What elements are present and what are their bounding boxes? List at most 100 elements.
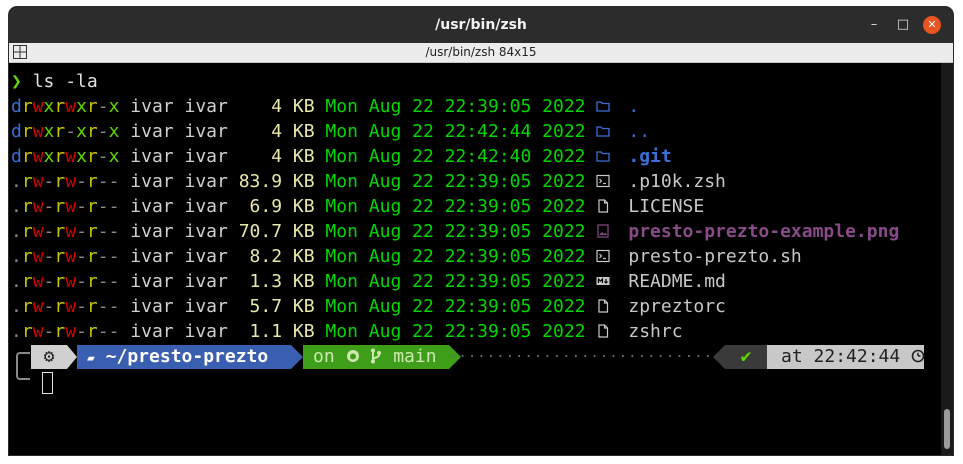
terminal-output[interactable]: ❯ ls -la drwxrwxr-x ivar ivar 4 KB Mon A… [9, 63, 939, 455]
prompt-symbol: ❯ [11, 71, 22, 92]
file-name: README.md [628, 271, 726, 292]
command-line: ❯ ls -la [11, 69, 98, 94]
file-owner: ivar [130, 146, 174, 167]
file-permissions: drwxr-xr-x [11, 121, 120, 142]
file-owner: ivar [130, 121, 174, 142]
file-owner: ivar [130, 246, 174, 267]
file-size: 4 [238, 121, 283, 142]
status-ok-icon: ✔ [740, 346, 752, 367]
document-icon [596, 195, 610, 213]
file-size-unit: KB [292, 146, 315, 167]
terminal-file-icon [596, 245, 610, 263]
file-size: 8.2 [238, 246, 283, 267]
file-group: ivar [184, 296, 228, 317]
text-cursor [42, 372, 53, 394]
file-size-unit: KB [292, 96, 315, 117]
document-icon [596, 320, 610, 338]
powerline-prompt: ⚙ ▰ ~/presto-prezto on main ············… [31, 345, 925, 369]
file-name: .p10k.zsh [628, 171, 726, 192]
file-permissions: drwxrwxr-x [11, 146, 120, 167]
file-row: drwxr-xr-x ivar ivar 4 KB Mon Aug 22 22:… [11, 119, 650, 144]
file-size-unit: KB [292, 246, 315, 267]
file-row: .rw-rw-r-- ivar ivar 83.9 KB Mon Aug 22 … [11, 169, 726, 194]
file-row: .rw-rw-r-- ivar ivar 1.1 KB Mon Aug 22 2… [11, 319, 683, 344]
command-text: ls -la [32, 71, 98, 92]
github-icon [346, 350, 359, 362]
file-owner: ivar [130, 221, 174, 242]
git-segment: on main [303, 345, 449, 369]
folder-icon [596, 95, 611, 112]
document-icon [596, 295, 610, 313]
file-name: .git [628, 146, 672, 167]
file-name: . [628, 96, 640, 117]
file-name: LICENSE [628, 196, 705, 217]
file-size-unit: KB [292, 196, 315, 217]
file-date: Mon Aug 22 22:39:05 2022 [325, 271, 586, 292]
terminal-size-label: /usr/bin/zsh 84x15 [425, 45, 537, 59]
os-icon: ⚙ [43, 346, 55, 367]
file-name: presto-prezto.sh [628, 246, 802, 267]
file-row: .rw-rw-r-- ivar ivar 70.7 KB Mon Aug 22 … [11, 219, 899, 244]
file-permissions: .rw-rw-r-- [11, 221, 120, 242]
file-group: ivar [184, 171, 228, 192]
file-date: Mon Aug 22 22:42:44 2022 [325, 121, 586, 142]
file-owner: ivar [130, 321, 174, 342]
terminal-file-icon [596, 170, 610, 188]
time-segment: at 22:42:44 [767, 345, 925, 369]
file-group: ivar [184, 271, 228, 292]
file-permissions: drwxrwxr-x [11, 96, 120, 117]
file-size: 4 [238, 96, 283, 117]
file-size-unit: KB [292, 271, 315, 292]
file-size-unit: KB [292, 296, 315, 317]
scrollbar-thumb[interactable] [944, 409, 950, 449]
title-bar[interactable]: /usr/bin/zsh – □ ✕ [9, 7, 953, 43]
os-segment: ⚙ [31, 345, 67, 369]
file-group: ivar [184, 246, 228, 267]
file-row: drwxrwxr-x ivar ivar 4 KB Mon Aug 22 22:… [11, 144, 672, 169]
file-size-unit: KB [292, 121, 315, 142]
scrollbar[interactable] [941, 63, 953, 455]
file-size: 70.7 [238, 221, 283, 242]
maximize-button[interactable]: □ [894, 16, 912, 34]
file-group: ivar [184, 321, 228, 342]
file-permissions: .rw-rw-r-- [11, 196, 120, 217]
file-owner: ivar [130, 271, 174, 292]
file-date: Mon Aug 22 22:39:05 2022 [325, 296, 586, 317]
file-permissions: .rw-rw-r-- [11, 171, 120, 192]
minimize-button[interactable]: – [865, 16, 883, 34]
terminal-subtitle-bar: /usr/bin/zsh 84x15 [9, 43, 953, 63]
image-file-icon [596, 220, 610, 238]
clock-icon [911, 349, 925, 363]
directory-segment: ▰ ~/presto-prezto [77, 345, 291, 369]
file-date: Mon Aug 22 22:39:05 2022 [325, 96, 586, 117]
file-date: Mon Aug 22 22:39:05 2022 [325, 171, 586, 192]
file-date: Mon Aug 22 22:42:40 2022 [325, 146, 586, 167]
file-name: zshrc [628, 321, 683, 342]
close-button[interactable]: ✕ [923, 16, 941, 34]
folder-icon [596, 120, 611, 137]
window-title: /usr/bin/zsh [435, 17, 527, 33]
branch-icon [371, 348, 382, 364]
file-row: .rw-rw-r-- ivar ivar 5.7 KB Mon Aug 22 2… [11, 294, 726, 319]
file-size: 83.9 [238, 171, 283, 192]
git-branch: main [393, 346, 437, 367]
file-row: .rw-rw-r-- ivar ivar 6.9 KB Mon Aug 22 2… [11, 194, 704, 219]
prompt-time: 22:42:44 [813, 346, 901, 367]
file-group: ivar [184, 146, 228, 167]
file-permissions: .rw-rw-r-- [11, 321, 120, 342]
file-name: zpreztorc [628, 296, 726, 317]
file-owner: ivar [130, 196, 174, 217]
file-size: 5.7 [238, 296, 283, 317]
terminal-window: /usr/bin/zsh – □ ✕ /usr/bin/zsh 84x15 ❯ … [9, 7, 953, 455]
time-prefix: at [781, 346, 803, 367]
prompt-filler: ·································· [449, 349, 719, 365]
current-directory: ~/presto-prezto [105, 346, 269, 367]
prompt-bracket [16, 352, 30, 380]
file-group: ivar [184, 96, 228, 117]
folder-icon [596, 145, 611, 162]
folder-icon: ▰ [87, 351, 95, 366]
file-size: 1.1 [238, 321, 283, 342]
file-date: Mon Aug 22 22:39:05 2022 [325, 321, 586, 342]
git-prefix: on [313, 346, 335, 367]
file-size: 1.3 [238, 271, 283, 292]
